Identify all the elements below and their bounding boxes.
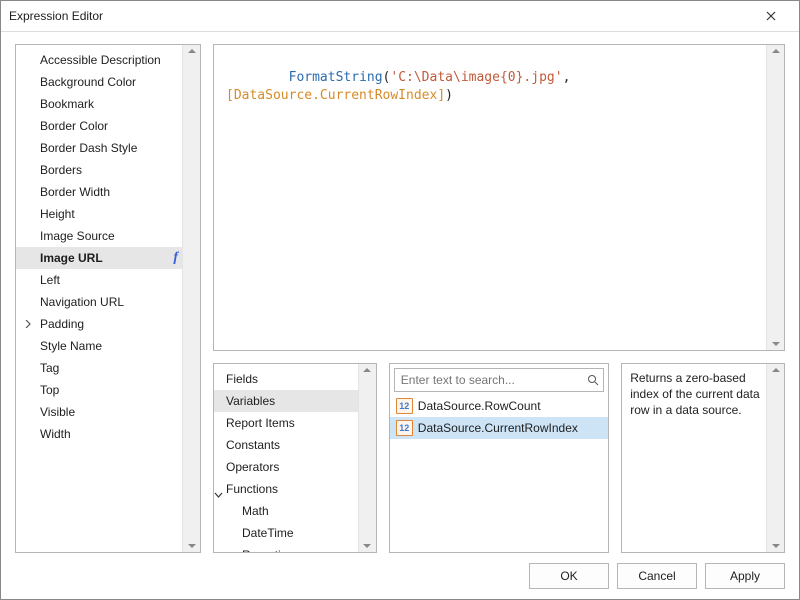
property-label: Image URL [40, 251, 103, 265]
scrollbar[interactable] [766, 364, 784, 552]
search-box [394, 368, 604, 392]
scroll-down-icon [363, 544, 371, 548]
property-label: Width [40, 427, 71, 441]
scroll-up-icon [188, 49, 196, 53]
property-item[interactable]: Width [16, 423, 200, 445]
property-item[interactable]: Tag [16, 357, 200, 379]
apply-button[interactable]: Apply [705, 563, 785, 589]
items-list[interactable]: 12 DataSource.RowCount 12 DataSource.Curren… [390, 395, 608, 552]
property-label: Height [40, 207, 75, 221]
property-label: Left [40, 273, 60, 287]
titlebar: Expression Editor [1, 1, 799, 32]
items-panel: 12 DataSource.RowCount 12 DataSource.Curren… [389, 363, 609, 553]
property-item[interactable]: Background Color [16, 71, 200, 93]
categories-panel: Fields Variables Report Items Constants Oper… [213, 363, 377, 553]
scrollbar[interactable] [182, 45, 200, 552]
property-label: Bookmark [40, 97, 94, 111]
property-label: Top [40, 383, 59, 397]
scroll-down-icon [188, 544, 196, 548]
category-item[interactable]: Functions [214, 478, 376, 500]
properties-list[interactable]: Accessible Description Background Color Bo… [16, 45, 200, 552]
chevron-down-icon [214, 485, 224, 495]
property-label: Navigation URL [40, 295, 124, 309]
property-item[interactable]: Borders [16, 159, 200, 181]
scrollbar[interactable] [766, 45, 784, 350]
variable-label: DataSource.CurrentRowIndex [418, 417, 578, 439]
property-item[interactable]: Left [16, 269, 200, 291]
property-item[interactable]: Border Width [16, 181, 200, 203]
search-icon[interactable] [583, 374, 603, 386]
property-item[interactable]: Border Color [16, 115, 200, 137]
property-item[interactable]: Height [16, 203, 200, 225]
expression-indicator-icon: f [173, 247, 178, 269]
property-item[interactable]: Accessible Description [16, 49, 200, 71]
property-label: Image Source [40, 229, 115, 243]
category-label: Variables [226, 394, 275, 408]
category-item[interactable]: DateTime [214, 522, 376, 544]
chevron-right-icon [22, 318, 34, 330]
property-item[interactable]: Visible [16, 401, 200, 423]
scroll-down-icon [772, 544, 780, 548]
property-label: Border Dash Style [40, 141, 137, 155]
expression-string-token: 'C:\Data\image{0}.jpg' [390, 70, 562, 85]
property-item[interactable]: Navigation URL [16, 291, 200, 313]
number-type-icon: 12 [396, 398, 413, 414]
variable-item[interactable]: 12 DataSource.CurrentRowIndex [390, 417, 608, 439]
scrollbar[interactable] [358, 364, 376, 552]
category-item[interactable]: Math [214, 500, 376, 522]
category-label: Reporting [242, 548, 294, 553]
property-item[interactable]: Image Source [16, 225, 200, 247]
expression-editor-textarea[interactable]: FormatString('C:\Data\image{0}.jpg', [Da… [213, 44, 785, 351]
property-item[interactable]: Padding [16, 313, 200, 335]
property-item[interactable]: Border Dash Style [16, 137, 200, 159]
cancel-button[interactable]: Cancel [617, 563, 697, 589]
number-type-icon: 12 [396, 420, 413, 436]
property-label: Style Name [40, 339, 102, 353]
property-label: Visible [40, 405, 75, 419]
variable-item[interactable]: 12 DataSource.RowCount [390, 395, 608, 417]
property-label: Padding [40, 317, 84, 331]
category-label: Functions [226, 482, 278, 496]
category-label: Math [242, 504, 269, 518]
window-title: Expression Editor [9, 9, 751, 23]
property-label: Tag [40, 361, 59, 375]
categories-list[interactable]: Fields Variables Report Items Constants Oper… [214, 364, 376, 553]
scroll-up-icon [363, 368, 371, 372]
category-label: Report Items [226, 416, 295, 430]
property-label: Border Color [40, 119, 108, 133]
expression-field-token: [DataSource.CurrentRowIndex] [226, 88, 445, 103]
property-item[interactable]: Style Name [16, 335, 200, 357]
close-icon [766, 11, 776, 21]
category-item[interactable]: Constants [214, 434, 376, 456]
category-label: Fields [226, 372, 258, 386]
category-label: Operators [226, 460, 279, 474]
expression-editor-dialog: Expression Editor Accessible Description… [0, 0, 800, 600]
property-label: Background Color [40, 75, 136, 89]
category-item[interactable]: Operators [214, 456, 376, 478]
property-item[interactable]: Top [16, 379, 200, 401]
category-label: Constants [226, 438, 280, 452]
ok-button[interactable]: OK [529, 563, 609, 589]
property-item[interactable]: Image URL f [16, 247, 200, 269]
property-label: Accessible Description [40, 53, 161, 67]
category-item[interactable]: Reporting [214, 544, 376, 553]
property-label: Borders [40, 163, 82, 177]
category-label: DateTime [242, 526, 294, 540]
close-button[interactable] [751, 1, 791, 31]
property-item[interactable]: Bookmark [16, 93, 200, 115]
scroll-down-icon [772, 342, 780, 346]
scroll-up-icon [772, 368, 780, 372]
category-item[interactable]: Variables [214, 390, 376, 412]
description-text: Returns a zero-based index of the curren… [622, 364, 784, 424]
property-label: Border Width [40, 185, 110, 199]
description-panel: Returns a zero-based index of the curren… [621, 363, 785, 553]
expression-function-token: FormatString [289, 70, 383, 85]
button-bar: OK Cancel Apply [1, 553, 799, 599]
search-input[interactable] [395, 370, 583, 390]
properties-panel: Accessible Description Background Color Bo… [15, 44, 201, 553]
category-item[interactable]: Fields [214, 368, 376, 390]
scroll-up-icon [772, 49, 780, 53]
category-item[interactable]: Report Items [214, 412, 376, 434]
variable-label: DataSource.RowCount [418, 395, 541, 417]
